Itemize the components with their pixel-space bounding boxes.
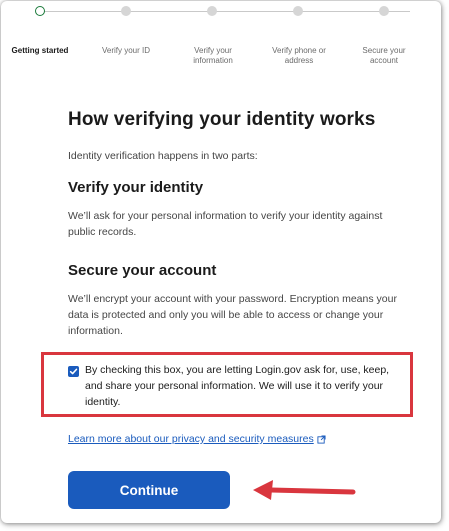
consent-checkbox[interactable] [68,366,79,377]
intro-text: Identity verification happens in two par… [68,150,258,162]
page-frame: Getting started Verify your ID Verify yo… [1,1,441,523]
step-connector [40,11,410,12]
step-label-getting-started: Getting started [11,46,69,55]
privacy-link-text[interactable]: Learn more about our privacy and securit… [68,433,314,445]
arrow-left-icon [253,480,356,500]
page-title: How verifying your identity works [68,109,376,130]
step-dot [121,6,131,16]
section-heading-secure: Secure your account [68,262,217,279]
check-icon [69,368,78,375]
step-dot [379,6,389,16]
consent-label[interactable]: By checking this box, you are letting Lo… [85,362,397,410]
continue-button-label: Continue [119,482,179,498]
section-body-verify: We’ll ask for your personal information … [68,210,383,238]
step-dot [207,6,217,16]
step-label-secure-account: Secure your account [362,46,406,65]
step-label-verify-phone: Verify phone or address [272,46,326,65]
step-dot [293,6,303,16]
section-body-secure: We’ll encrypt your account with your pas… [68,293,397,337]
step-dot-current [35,6,45,16]
section-heading-verify: Verify your identity [68,179,204,196]
step-label-verify-id: Verify your ID [101,46,150,55]
privacy-link[interactable]: Learn more about our privacy and securit… [68,433,326,445]
external-link-icon [317,434,326,444]
continue-button[interactable]: Continue [68,471,230,509]
step-indicator: Getting started Verify your ID Verify yo… [12,3,435,75]
step-label-verify-information: Verify your information [193,46,233,65]
